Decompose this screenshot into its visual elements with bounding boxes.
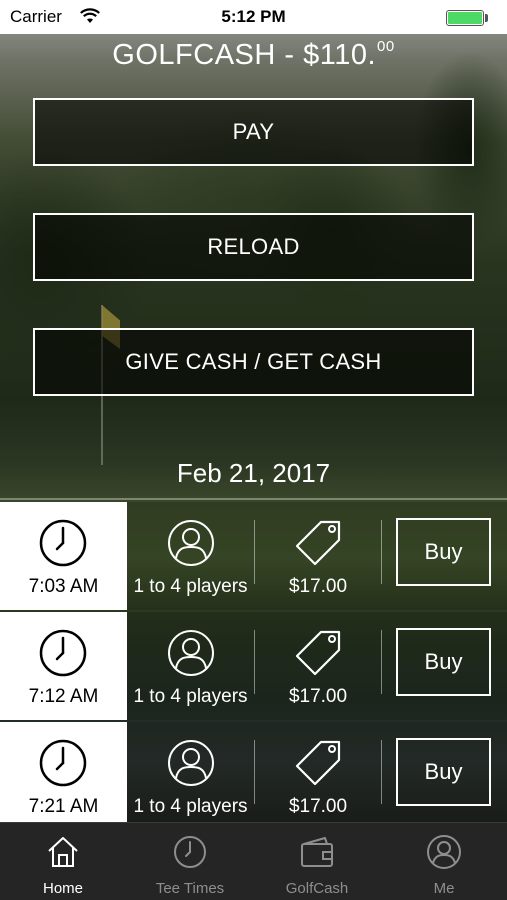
tee-time-row: 7:21 AM 1 to 4 players $17.00 Buy xyxy=(0,722,507,830)
date-label: Feb 21, 2017 xyxy=(176,458,331,488)
tee-time: 7:03 AM xyxy=(28,576,99,597)
status-bar: Carrier 5:12 PM xyxy=(0,0,507,34)
price-label: $17.00 xyxy=(288,686,348,707)
tab-label: Home xyxy=(42,880,83,897)
price-cell: $17.00 xyxy=(255,722,381,830)
price-cell: $17.00 xyxy=(255,612,381,720)
tab-me[interactable]: Me xyxy=(381,823,507,900)
divider xyxy=(0,498,507,500)
pay-button[interactable]: PAY xyxy=(33,98,474,166)
home-icon xyxy=(48,837,78,867)
divider xyxy=(381,740,382,804)
players-label: 1 to 4 players xyxy=(133,796,248,817)
time-cell: 7:12 AM xyxy=(0,612,127,720)
user-icon xyxy=(168,630,214,676)
price-cell: $17.00 xyxy=(255,502,381,610)
clock-icon xyxy=(39,739,87,787)
status-time: 5:12 PM xyxy=(221,7,286,26)
tab-golfcash[interactable]: GolfCash xyxy=(254,823,380,900)
time-cell: 7:21 AM xyxy=(0,722,127,830)
tee-time-row: 7:12 AM 1 to 4 players $17.00 Buy xyxy=(0,612,507,720)
buy-button[interactable]: Buy xyxy=(396,518,491,586)
divider xyxy=(381,630,382,694)
clock-icon xyxy=(174,836,206,868)
clock-icon xyxy=(39,519,87,567)
reload-button[interactable]: RELOAD xyxy=(33,213,474,281)
time-cell: 7:03 AM xyxy=(0,502,127,610)
battery-icon xyxy=(446,10,484,26)
price-label: $17.00 xyxy=(288,796,348,817)
tee-time: 7:21 AM xyxy=(28,796,99,817)
tee-time-row: 7:03 AM 1 to 4 players $17.00 Buy xyxy=(0,502,507,610)
price-tag-icon xyxy=(295,630,341,676)
tee-time: 7:12 AM xyxy=(28,686,99,707)
tab-label: GolfCash xyxy=(285,880,349,897)
clock-icon xyxy=(39,629,87,677)
price-label: $17.00 xyxy=(288,576,348,597)
players-cell: 1 to 4 players xyxy=(127,612,254,720)
balance-label: GOLFCASH - $110. xyxy=(112,39,377,71)
user-icon xyxy=(427,835,461,869)
page-title: GOLFCASH - $110.00 xyxy=(0,38,507,72)
buy-button[interactable]: Buy xyxy=(396,738,491,806)
players-label: 1 to 4 players xyxy=(133,576,248,597)
price-tag-icon xyxy=(295,520,341,566)
players-cell: 1 to 4 players xyxy=(127,502,254,610)
tab-label: Me xyxy=(433,880,455,897)
players-label: 1 to 4 players xyxy=(133,686,248,707)
divider xyxy=(381,520,382,584)
tab-bar: Home Tee Times GolfCash Me xyxy=(0,822,507,900)
wallet-icon xyxy=(301,837,333,867)
price-tag-icon xyxy=(295,740,341,786)
players-cell: 1 to 4 players xyxy=(127,722,254,830)
user-icon xyxy=(168,520,214,566)
give-get-cash-button[interactable]: GIVE CASH / GET CASH xyxy=(33,328,474,396)
tab-tee-times[interactable]: Tee Times xyxy=(127,823,253,900)
buy-button[interactable]: Buy xyxy=(396,628,491,696)
tab-home[interactable]: Home xyxy=(0,823,126,900)
tab-label: Tee Times xyxy=(155,880,225,897)
balance-cents: 00 xyxy=(377,38,395,55)
user-icon xyxy=(168,740,214,786)
battery-tip xyxy=(485,14,488,22)
